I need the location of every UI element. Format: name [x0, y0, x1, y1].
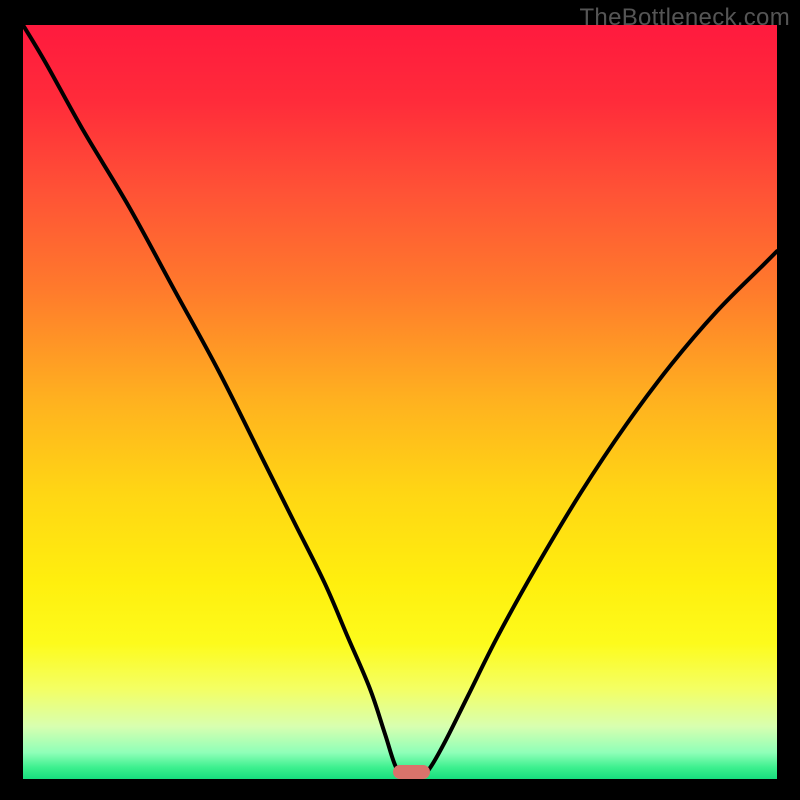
plot-area: [23, 25, 777, 779]
watermark-text: TheBottleneck.com: [579, 4, 790, 32]
gradient-and-curve: [23, 25, 777, 779]
optimal-marker: [393, 765, 431, 779]
chart-frame: TheBottleneck.com: [0, 0, 800, 800]
gradient-rect: [23, 25, 777, 779]
